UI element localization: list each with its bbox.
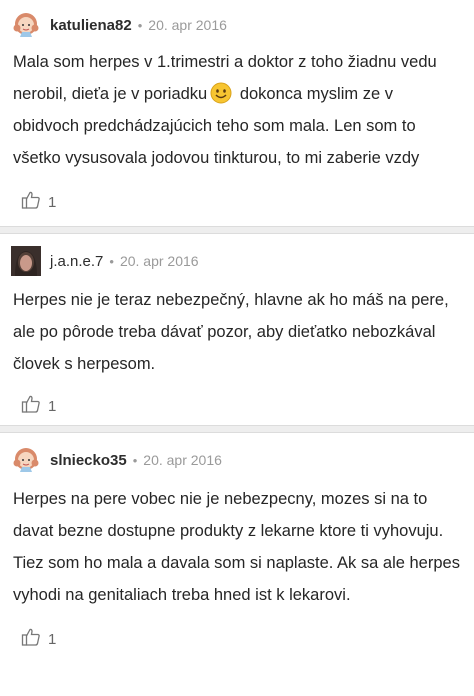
like-count: 1 xyxy=(48,630,57,648)
like-count: 1 xyxy=(48,397,57,415)
like-button[interactable]: 1 xyxy=(0,380,474,422)
comment-divider xyxy=(0,226,474,234)
comment-date: 20. apr 2016 xyxy=(148,17,227,33)
thumbs-up-icon[interactable] xyxy=(21,627,41,652)
photo-avatar-icon[interactable] xyxy=(10,245,42,277)
like-button[interactable]: 1 xyxy=(0,174,474,218)
girl-avatar-icon[interactable] xyxy=(10,9,42,41)
thumbs-up-icon[interactable] xyxy=(21,190,41,215)
comment-text: Herpes nie je teraz nebezpečný, hlavne a… xyxy=(13,291,449,373)
meta-separator: • xyxy=(132,452,138,468)
smiley-emoji-icon xyxy=(210,82,232,104)
comment-divider xyxy=(0,425,474,433)
comment-date: 20. apr 2016 xyxy=(119,253,199,269)
username[interactable]: katuliena82 xyxy=(50,17,132,34)
like-button[interactable]: 1 xyxy=(0,611,474,655)
girl-avatar-icon[interactable] xyxy=(10,444,42,476)
comment-header: slniecko35 • 20. apr 2016 xyxy=(0,433,474,477)
comment-header: katuliena82 • 20. apr 2016 xyxy=(0,0,474,42)
comment-1: katuliena82 • 20. apr 2016 Mala som herp… xyxy=(0,0,474,226)
comment-text: Mala som herpes v 1.trimestri a doktor z… xyxy=(13,53,437,167)
comment-header: j.a.n.e.7 • 20. apr 2016 xyxy=(0,234,474,278)
like-count: 1 xyxy=(48,193,57,211)
username[interactable]: slniecko35 xyxy=(50,452,127,469)
comment-text: Herpes na pere vobec nie je nebezpecny, … xyxy=(13,490,460,604)
meta-separator: • xyxy=(109,253,114,269)
comment-date: 20. apr 2016 xyxy=(143,452,222,468)
comment-3: slniecko35 • 20. apr 2016 Herpes na pere… xyxy=(0,433,474,690)
username[interactable]: j.a.n.e.7 xyxy=(50,253,103,270)
meta-separator: • xyxy=(137,17,143,33)
thumbs-up-icon[interactable] xyxy=(21,394,41,419)
comment-2: j.a.n.e.7 • 20. apr 2016 Herpes nie je t… xyxy=(0,234,474,425)
